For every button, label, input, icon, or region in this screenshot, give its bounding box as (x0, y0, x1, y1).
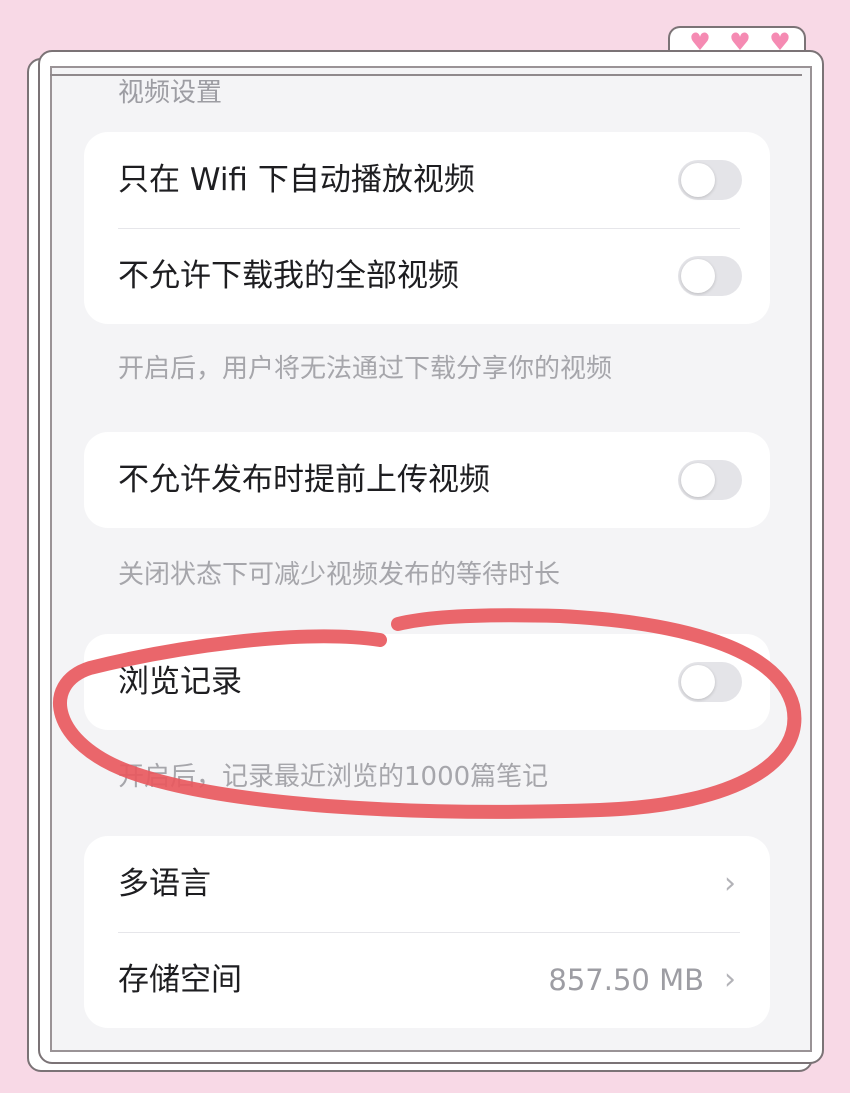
chevron-right-icon: › (724, 866, 736, 901)
setting-row-language[interactable]: 多语言 › (84, 836, 770, 932)
disallow-pre-upload-toggle[interactable] (678, 460, 742, 500)
setting-row-storage[interactable]: 存储空间 857.50 MB › (84, 932, 770, 1028)
toggle-knob (681, 163, 715, 197)
heart-decorations: ♥ ♥ ♥ (680, 28, 800, 56)
section-title-video: 视频设置 (118, 78, 223, 108)
history-note: 开启后，记录最近浏览的1000篇笔记 (118, 762, 549, 792)
setting-label: 多语言 (118, 866, 211, 902)
download-note: 开启后，用户将无法通过下载分享你的视频 (118, 354, 613, 384)
toggle-knob (681, 665, 715, 699)
storage-size-value: 857.50 MB (548, 963, 704, 997)
video-settings-card: 只在 Wifi 下自动播放视频 不允许下载我的全部视频 (84, 132, 770, 324)
setting-row-disallow-pre-upload[interactable]: 不允许发布时提前上传视频 (84, 432, 770, 528)
toggle-knob (681, 463, 715, 497)
disallow-download-toggle[interactable] (678, 256, 742, 296)
setting-label: 不允许发布时提前上传视频 (118, 462, 490, 498)
heart-icon: ♥ (729, 28, 751, 56)
settings-screen: 视频设置 只在 Wifi 下自动播放视频 不允许下载我的全部视频 开启后，用户将… (50, 66, 812, 1052)
misc-settings-card: 多语言 › 存储空间 857.50 MB › (84, 836, 770, 1028)
toggle-knob (681, 259, 715, 293)
setting-label: 只在 Wifi 下自动播放视频 (118, 162, 475, 198)
upload-note: 关闭状态下可减少视频发布的等待时长 (118, 560, 561, 590)
setting-row-disallow-download[interactable]: 不允许下载我的全部视频 (84, 228, 770, 324)
setting-label: 存储空间 (118, 962, 242, 998)
setting-row-browse-history[interactable]: 浏览记录 (84, 634, 770, 730)
screenshot-top-edge (50, 74, 802, 76)
heart-icon: ♥ (769, 28, 791, 56)
setting-label: 浏览记录 (118, 664, 242, 700)
chevron-right-icon: › (724, 962, 736, 997)
setting-label: 不允许下载我的全部视频 (118, 258, 459, 294)
autoplay-wifi-toggle[interactable] (678, 160, 742, 200)
setting-row-autoplay-wifi[interactable]: 只在 Wifi 下自动播放视频 (84, 132, 770, 228)
history-settings-card: 浏览记录 (84, 634, 770, 730)
upload-settings-card: 不允许发布时提前上传视频 (84, 432, 770, 528)
heart-icon: ♥ (689, 28, 711, 56)
browse-history-toggle[interactable] (678, 662, 742, 702)
